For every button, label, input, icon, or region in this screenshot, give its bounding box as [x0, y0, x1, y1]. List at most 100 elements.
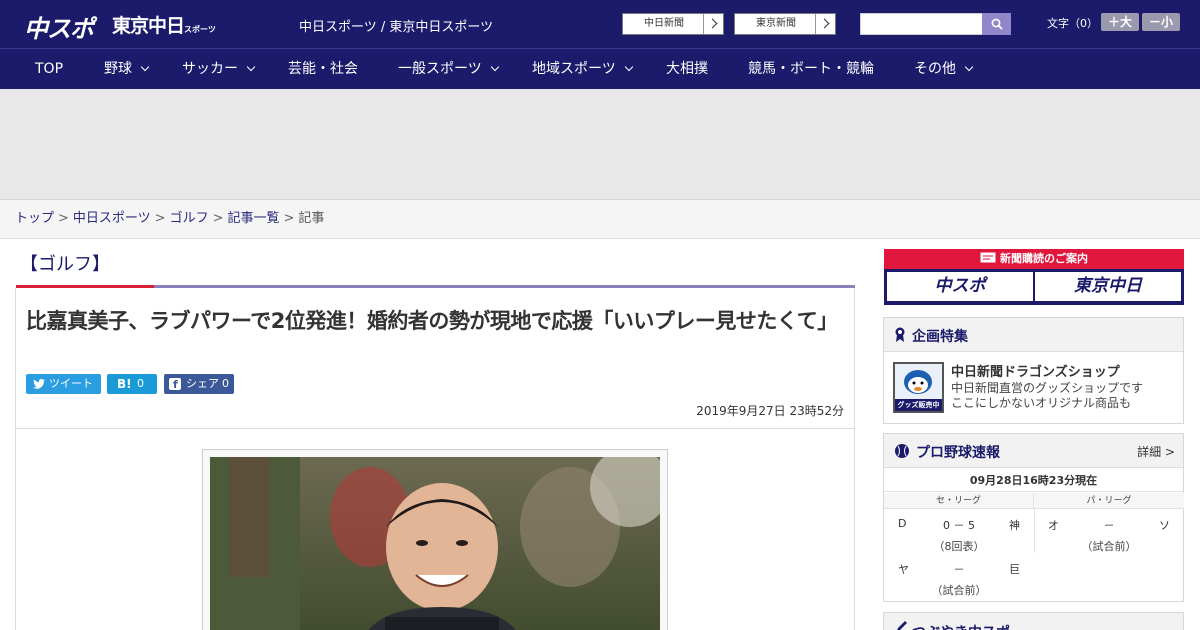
font-size-label: 文字（0） [1047, 17, 1098, 30]
baseball-scores-more-link[interactable]: 詳細 > [1137, 443, 1175, 460]
baseball-scores-title: プロ野球速報 [916, 445, 1000, 461]
pen-icon [897, 621, 907, 630]
dragons-thumb-caption: グッズ販売中 [897, 401, 940, 409]
nav-item-regional-sports[interactable]: 地域スポーツ [532, 49, 633, 90]
nav-item-racing[interactable]: 競馬・ボート・競輪 [748, 49, 874, 90]
feature-box-header: 企画特集 [884, 318, 1183, 352]
breadcrumb-chunichi-sports[interactable]: 中日スポーツ [73, 211, 151, 226]
search-icon [991, 18, 1003, 30]
font-decrease-button[interactable]: －小 [1142, 13, 1180, 31]
nav-item-top[interactable]: TOP [35, 49, 63, 90]
subscription-banner-bar: 新聞購読のご案内 [884, 249, 1184, 269]
game-status: （8回表） [933, 540, 985, 553]
hatena-bookmark-button[interactable]: B! 0 [107, 374, 157, 394]
chunichi-shimbun-link[interactable]: 中日新聞 [622, 13, 724, 35]
breadcrumb-top[interactable]: トップ [15, 211, 54, 226]
feature-box-title: 企画特集 [912, 329, 968, 345]
game-score-row[interactable]: オ － ソ （試合前） [1034, 511, 1184, 555]
nav-item-general-sports[interactable]: 一般スポーツ [398, 49, 499, 90]
nav-item-sumo[interactable]: 大相撲 [666, 49, 708, 90]
tokyo-chunichi-logo-sub: スポーツ [184, 25, 216, 34]
breadcrumb: トップ > 中日スポーツ > ゴルフ > 記事一覧 > 記事 [0, 200, 1200, 239]
breadcrumb-article-list[interactable]: 記事一覧 [228, 211, 280, 226]
scores-updated-time: 09月28日16時23分現在 [884, 469, 1183, 492]
game-status: （試合前） [1081, 540, 1137, 553]
baseball-scores-header: プロ野球速報 詳細 > [884, 434, 1183, 468]
facebook-share-count: 0 [222, 377, 229, 390]
game-score-row[interactable]: D 0 － 5 神 （8回表） [884, 511, 1034, 555]
baseball-icon [895, 444, 909, 458]
facebook-share-button[interactable]: f シェア 0 [164, 374, 234, 394]
game-score-row[interactable]: ヤ － 巨 （試合前） [884, 555, 1034, 599]
breadcrumb-separator: > [283, 211, 295, 226]
feature-item[interactable]: グッズ販売中 中日新聞ドラゴンズショップ 中日新聞直営のグッズショップです ここ… [884, 353, 1183, 423]
facebook-share-label: シェア [186, 377, 219, 390]
tokyo-chunichi-logo[interactable]: 東京中日スポーツ [112, 11, 216, 38]
chevron-down-icon [140, 62, 150, 72]
chevron-down-icon [246, 62, 256, 72]
chunichi-shimbun-label: 中日新聞 [644, 18, 684, 29]
chevron-right-icon [815, 14, 835, 34]
breadcrumb-separator: > [154, 211, 166, 226]
newspaper-icon [980, 252, 996, 263]
global-nav: TOP 野球 サッカー 芸能・社会 一般スポーツ 地域スポーツ 大相撲 競馬・ボ… [0, 48, 1200, 89]
nav-item-baseball[interactable]: 野球 [104, 49, 150, 90]
nav-item-label: 野球 [104, 61, 132, 77]
article-date: 2019年9月27日 23時52分 [696, 404, 844, 418]
tokyo-chunichi-logo-text: 東京中日 [112, 15, 185, 37]
chevron-down-icon [624, 62, 633, 72]
dragons-shop-thumbnail: グッズ販売中 [893, 362, 944, 413]
feature-box: 企画特集 グッズ販売中 中日新聞ドラゴンズショップ 中日新聞直営のグッズショップ… [883, 317, 1184, 424]
baseball-scores-box: プロ野球速報 詳細 > 09月28日16時23分現在 セ・リーグ パ・リーグ D… [883, 433, 1184, 602]
subscription-banner[interactable]: 新聞購読のご案内 中スポ 東京中日 [884, 249, 1184, 305]
nav-item-label: 競馬・ボート・競輪 [748, 61, 874, 77]
subscribe-chuspo-button[interactable]: 中スポ [887, 272, 1033, 301]
nav-item-label: 一般スポーツ [398, 61, 482, 77]
dragons-shop-description: 中日新聞直営のグッズショップです ここにしかないオリジナル商品も [951, 381, 1143, 411]
article-photo[interactable] [210, 457, 660, 630]
search-button[interactable] [982, 13, 1011, 35]
game-status: （試合前） [931, 584, 987, 597]
breadcrumb-separator: > [212, 211, 224, 226]
tsubuyaki-box: つぶやき中スポ [883, 612, 1184, 630]
chevron-right-icon [703, 14, 723, 34]
subscription-bar-text: 新聞購読のご案内 [1000, 252, 1088, 265]
tokyo-shimbun-label: 東京新聞 [756, 18, 796, 29]
twitter-bird-icon [33, 379, 45, 389]
nav-item-label: サッカー [182, 61, 238, 77]
hatena-icon: B! [117, 377, 132, 391]
tsubuyaki-box-title: つぶやき中スポ [912, 622, 1010, 630]
breadcrumb-current: 記事 [298, 211, 325, 226]
chuspo-logo[interactable]: 中スポ [24, 9, 94, 44]
nav-item-label: その他 [914, 61, 956, 77]
nav-item-entertainment[interactable]: 芸能・社会 [288, 49, 358, 90]
article-photo-image [210, 457, 660, 630]
breadcrumb-separator: > [58, 211, 69, 226]
hatena-count: 0 [137, 377, 144, 390]
article-title: 比嘉真美子、ラブパワーで2位発進！婚約者の勢が現地で応援「いいプレー見せたくて」 [26, 309, 838, 333]
breadcrumb-golf[interactable]: ゴルフ [170, 211, 209, 226]
tokyo-shimbun-link[interactable]: 東京新聞 [734, 13, 836, 35]
ribbon-icon [895, 327, 905, 342]
subscribe-tokyo-chunichi-button[interactable]: 東京中日 [1035, 272, 1181, 301]
pacific-league-label: パ・リーグ [1034, 493, 1184, 509]
nav-item-soccer[interactable]: サッカー [182, 49, 256, 90]
dragons-shop-desc-line-1: 中日新聞直営のグッズショップです [951, 381, 1144, 395]
font-increase-button[interactable]: ＋大 [1101, 13, 1139, 31]
header-caption[interactable]: 中日スポーツ / 東京中日スポーツ [299, 16, 493, 35]
nav-item-label: TOP [35, 61, 64, 77]
chevron-down-icon [490, 62, 499, 72]
tweet-button[interactable]: ツイート [26, 374, 101, 394]
nav-item-label: 大相撲 [666, 61, 708, 77]
tsubuyaki-box-header: つぶやき中スポ [884, 613, 1183, 630]
away-team: 神 [1009, 519, 1020, 532]
category-heading: 【ゴルフ】 [20, 254, 110, 275]
top-header: 中スポ 東京中日スポーツ 中日スポーツ / 東京中日スポーツ 中日新聞 東京新聞… [0, 0, 1200, 48]
dragons-shop-title[interactable]: 中日新聞ドラゴンズショップ [951, 361, 1120, 380]
nav-item-other[interactable]: その他 [914, 49, 974, 90]
chevron-down-icon [964, 62, 974, 72]
facebook-icon: f [169, 378, 181, 391]
ad-banner-area [0, 89, 1200, 200]
article-divider [16, 428, 854, 429]
search-input[interactable] [860, 13, 983, 35]
